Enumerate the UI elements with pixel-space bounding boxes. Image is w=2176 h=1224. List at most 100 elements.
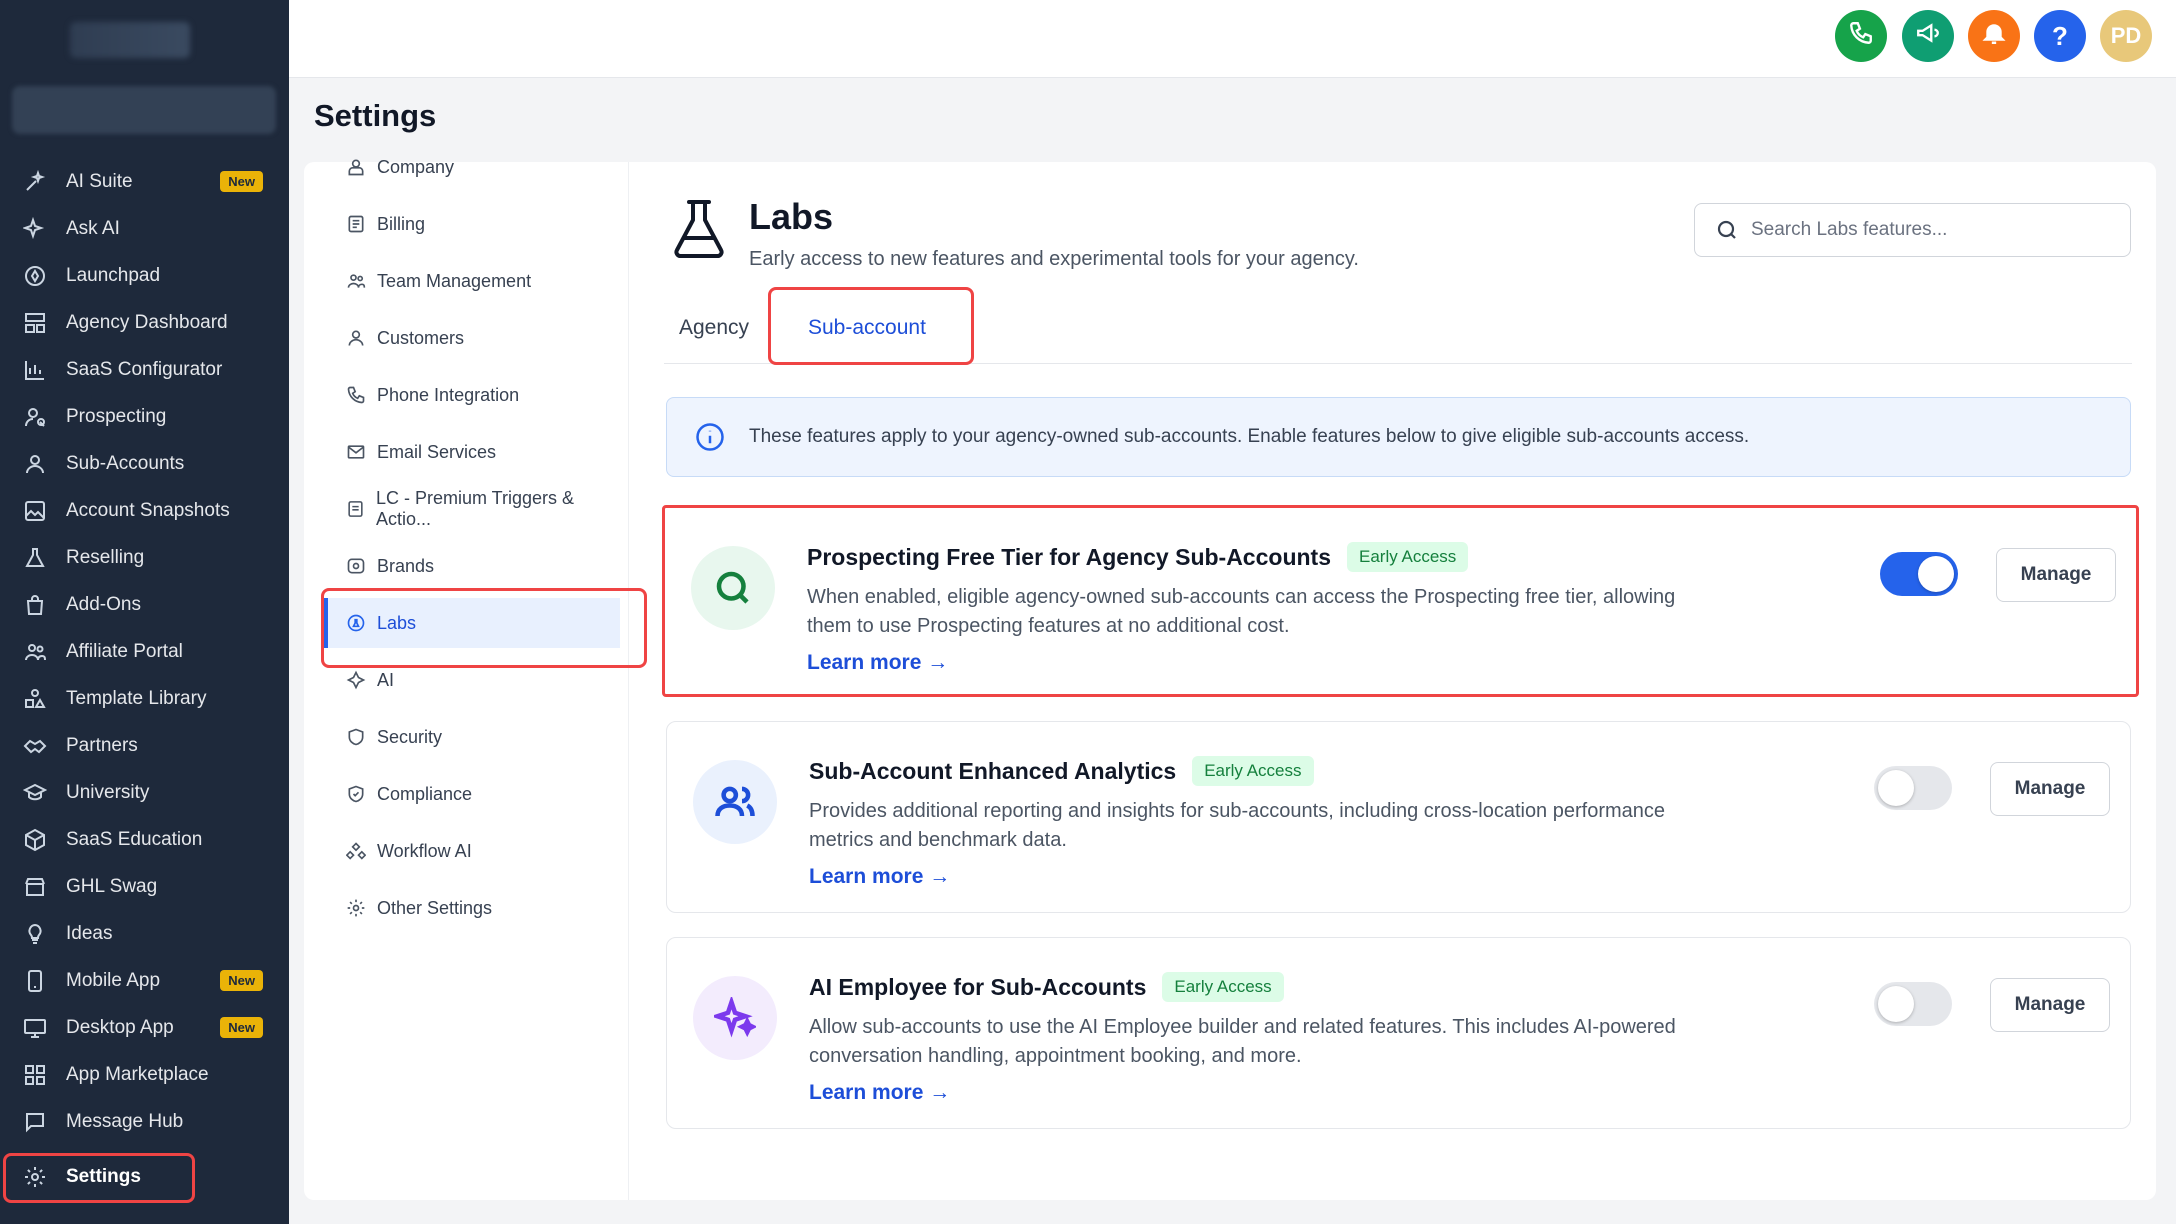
- shapes-icon: [22, 686, 48, 712]
- feature-title-text: Sub-Account Enhanced Analytics: [809, 757, 1177, 784]
- learn-more-link[interactable]: Learn more →: [809, 865, 950, 889]
- toggle-knob: [1878, 986, 1914, 1022]
- settings-nav-ai[interactable]: AI: [324, 655, 620, 705]
- search-input[interactable]: [1751, 219, 2111, 241]
- feature-title: AI Employee for Sub-Accounts Early Acces…: [809, 972, 1284, 1002]
- tab-highlight: [768, 287, 974, 365]
- new-badge: New: [220, 970, 263, 991]
- sidebar-item-label: Account Snapshots: [66, 499, 230, 521]
- sidebar-item-label: Desktop App: [66, 1016, 174, 1038]
- sidebar-item-ideas[interactable]: Ideas: [0, 910, 289, 957]
- flask-icon: [672, 198, 726, 258]
- graduation-cap-icon: [22, 780, 48, 806]
- sidebar-item-label: Add-Ons: [66, 593, 141, 615]
- sidebar-item-template-library[interactable]: Template Library: [0, 675, 289, 722]
- sidebar-item-affiliate-portal[interactable]: Affiliate Portal: [0, 628, 289, 675]
- help-button[interactable]: ?: [2034, 10, 2086, 62]
- user-search-icon: [22, 404, 48, 430]
- handshake-icon: [22, 733, 48, 759]
- store-icon: [22, 874, 48, 900]
- settings-nav-label: Phone Integration: [377, 384, 520, 405]
- manage-button[interactable]: Manage: [1990, 762, 2110, 816]
- notifications-button[interactable]: [1968, 10, 2020, 62]
- sidebar-item-launchpad[interactable]: Launchpad: [0, 252, 289, 299]
- sidebar-item-ai-suite[interactable]: AI Suite New: [0, 158, 289, 205]
- question-icon: ?: [2052, 20, 2068, 51]
- sidebar-item-message-hub[interactable]: Message Hub: [0, 1098, 289, 1145]
- shield-icon: [348, 728, 364, 746]
- sparkle-pen-icon: [22, 169, 48, 195]
- sidebar-item-ghl-swag[interactable]: GHL Swag: [0, 863, 289, 910]
- early-access-badge: Early Access: [1162, 972, 1284, 1002]
- learn-more-link[interactable]: Learn more →: [807, 651, 948, 675]
- sidebar-item-reselling[interactable]: Reselling: [0, 534, 289, 581]
- sidebar-item-ask-ai[interactable]: Ask AI: [0, 205, 289, 252]
- building-icon: [348, 159, 364, 176]
- manage-button[interactable]: Manage: [1990, 978, 2110, 1032]
- settings-nav-customers[interactable]: Customers: [324, 313, 620, 363]
- sidebar-item-mobile-app[interactable]: Mobile App New: [0, 957, 289, 1004]
- info-text: These features apply to your agency-owne…: [749, 426, 1750, 447]
- sidebar-item-app-marketplace[interactable]: App Marketplace: [0, 1051, 289, 1098]
- labs-search[interactable]: [1694, 203, 2131, 257]
- feature-toggle[interactable]: [1874, 766, 1952, 810]
- settings-nav-label: Brands: [377, 555, 435, 576]
- brand-icon: [347, 558, 365, 574]
- feature-title: Prospecting Free Tier for Agency Sub-Acc…: [807, 542, 1469, 572]
- sidebar-item-settings[interactable]: Settings: [0, 1153, 289, 1203]
- sidebar-item-university[interactable]: University: [0, 769, 289, 816]
- chat-icon: [22, 1109, 48, 1135]
- sidebar-item-account-snapshots[interactable]: Account Snapshots: [0, 487, 289, 534]
- sidebar-item-label: Settings: [66, 1165, 141, 1187]
- settings-nav-label: AI: [377, 669, 395, 690]
- sidebar-item-partners[interactable]: Partners: [0, 722, 289, 769]
- settings-nav-other-settings[interactable]: Other Settings: [324, 883, 620, 933]
- sidebar-item-label: Reselling: [66, 546, 145, 568]
- settings-nav-company[interactable]: Company: [324, 142, 620, 192]
- sidebar-item-sub-accounts[interactable]: Sub-Accounts: [0, 440, 289, 487]
- settings-nav-brands[interactable]: Brands: [324, 541, 620, 591]
- labs-subtitle: Early access to new features and experim…: [749, 248, 1359, 270]
- phone-button[interactable]: [1835, 10, 1887, 62]
- settings-nav-premium-triggers[interactable]: LC - Premium Triggers & Actio...: [324, 484, 620, 534]
- settings-nav-phone-integration[interactable]: Phone Integration: [324, 370, 620, 420]
- settings-nav-team-management[interactable]: Team Management: [324, 256, 620, 306]
- billing-icon: [348, 215, 364, 233]
- sidebar-item-prospecting[interactable]: Prospecting: [0, 393, 289, 440]
- new-badge: New: [220, 1017, 263, 1038]
- settings-nav-workflow-ai[interactable]: Workflow AI: [324, 826, 620, 876]
- settings-nav-billing[interactable]: Billing: [324, 199, 620, 249]
- sidebar-item-desktop-app[interactable]: Desktop App New: [0, 1004, 289, 1051]
- account-switcher[interactable]: [12, 86, 276, 134]
- settings-nav-security[interactable]: Security: [324, 712, 620, 762]
- sidebar-item-label: Affiliate Portal: [66, 640, 183, 662]
- gear-icon: [22, 1164, 48, 1190]
- tab-agency[interactable]: Agency: [679, 316, 749, 340]
- settings-nav-email-services[interactable]: Email Services: [324, 427, 620, 477]
- learn-more-link[interactable]: Learn more →: [809, 1081, 950, 1105]
- phone-device-icon: [22, 968, 48, 994]
- feature-title-text: AI Employee for Sub-Accounts: [809, 973, 1147, 1000]
- early-access-badge: Early Access: [1192, 756, 1314, 786]
- sidebar-item-agency-dashboard[interactable]: Agency Dashboard: [0, 299, 289, 346]
- bell-icon: [1981, 20, 2007, 53]
- settings-nav-compliance[interactable]: Compliance: [324, 769, 620, 819]
- avatar[interactable]: PD: [2100, 10, 2152, 62]
- feature-toggle[interactable]: [1880, 552, 1958, 596]
- sidebar-item-saas-configurator[interactable]: SaaS Configurator: [0, 346, 289, 393]
- manage-button[interactable]: Manage: [1996, 548, 2116, 602]
- feature-toggle[interactable]: [1874, 982, 1952, 1026]
- page-title: Settings: [314, 98, 437, 133]
- agency-logo[interactable]: [70, 22, 190, 58]
- feature-description: When enabled, eligible agency-owned sub-…: [807, 586, 1676, 637]
- sidebar-item-saas-education[interactable]: SaaS Education: [0, 816, 289, 863]
- grid-icon: [22, 1062, 48, 1088]
- sparkles-icon: [693, 976, 777, 1060]
- bag-icon: [22, 592, 48, 618]
- settings-nav-labs[interactable]: Labs: [321, 588, 647, 668]
- settings-nav-label: LC - Premium Triggers & Actio...: [375, 488, 575, 529]
- sidebar-item-add-ons[interactable]: Add-Ons: [0, 581, 289, 628]
- sidebar-item-label: SaaS Education: [66, 828, 203, 850]
- settings-nav-label: Team Management: [377, 270, 532, 291]
- announcements-button[interactable]: [1902, 10, 1954, 62]
